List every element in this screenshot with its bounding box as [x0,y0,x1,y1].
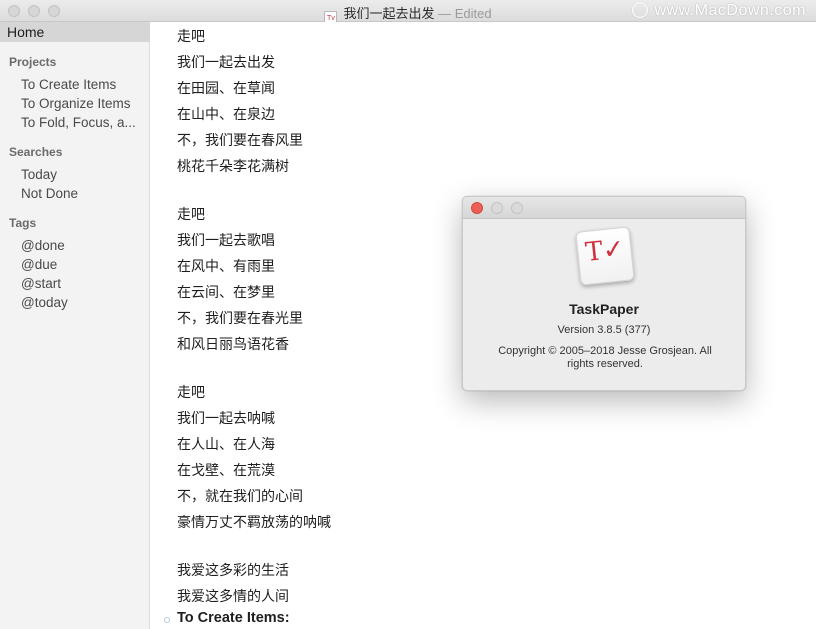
text-line[interactable]: 不，我们要在春光里 [177,308,303,328]
sidebar-header-tags: Tags [9,216,37,230]
window-title: 我们一起去出发 [343,6,435,21]
about-title-bar[interactable] [463,197,745,219]
text-line[interactable]: 走吧 [177,382,205,402]
sidebar-item-tag[interactable]: @start [21,276,146,291]
sidebar-item-tag[interactable]: @due [21,257,146,272]
text-line[interactable]: 在风中、有雨里 [177,256,275,276]
text-line[interactable]: 走吧 [177,26,205,46]
about-minimize-button [491,202,503,214]
app-name: TaskPaper [569,301,639,317]
text-line[interactable]: 在人山、在人海 [177,434,275,454]
sidebar-header-searches: Searches [9,145,63,159]
taskpaper-app-icon: T✓ [575,226,635,286]
app-window: Tv 我们一起去出发 — Edited www.MacDown.com Home … [0,0,816,629]
text-line[interactable]: 在戈壁、在荒漠 [177,460,275,480]
app-copyright: Copyright © 2005–2018 Jesse Grosjean. Al… [498,345,712,370]
sidebar-item-search[interactable]: Not Done [21,186,146,201]
sidebar-item-project[interactable]: To Organize Items [21,96,146,111]
watermark-logo-icon [632,2,649,18]
watermark-text: www.MacDown.com [654,2,806,19]
sidebar-item-search[interactable]: Today [21,167,146,182]
text-line[interactable]: 豪情万丈不羁放荡的呐喊 [177,512,331,532]
text-line[interactable]: 我们一起去歌唱 [177,230,275,250]
text-line[interactable]: 我爱这多情的人间 [177,586,289,606]
text-line[interactable]: 我们一起去呐喊 [177,408,275,428]
sidebar-item-project[interactable]: To Create Items [21,77,146,92]
project-heading[interactable]: To Create Items: [177,610,290,626]
about-zoom-button [511,202,523,214]
app-icon-mark: T✓ [584,234,627,268]
text-line[interactable]: 在山中、在泉边 [177,104,275,124]
sidebar-item-home[interactable]: Home [0,22,150,42]
sidebar-header-projects: Projects [9,55,57,69]
text-line[interactable]: 我爱这多彩的生活 [177,560,289,580]
fold-handle-icon[interactable] [164,617,170,623]
text-line[interactable]: 不，我们要在春风里 [177,130,303,150]
text-line[interactable]: 桃花千朵李花满树 [177,156,289,176]
edited-status: — Edited [438,6,492,21]
text-line[interactable]: 不，就在我们的心间 [177,486,303,506]
app-version: Version 3.8.5 (377) [557,324,651,336]
text-line[interactable]: 在云间、在梦里 [177,282,275,302]
sidebar-item-project[interactable]: To Fold, Focus, a... [21,115,146,130]
text-line[interactable]: 在田园、在草闻 [177,78,275,98]
text-line[interactable]: 和风日丽鸟语花香 [177,334,289,354]
sidebar-item-tag[interactable]: @done [21,238,146,253]
watermark: www.MacDown.com [632,2,806,20]
about-dialog: T✓ TaskPaper Version 3.8.5 (377) Copyrig… [462,196,746,391]
title-bar[interactable]: Tv 我们一起去出发 — Edited www.MacDown.com [0,0,816,27]
sidebar: Home Projects To Create Items To Organiz… [0,22,150,629]
text-line[interactable]: 我们一起去出发 [177,52,275,72]
text-line[interactable]: 走吧 [177,204,205,224]
sidebar-item-tag[interactable]: @today [21,295,146,310]
about-close-button[interactable] [471,202,483,214]
